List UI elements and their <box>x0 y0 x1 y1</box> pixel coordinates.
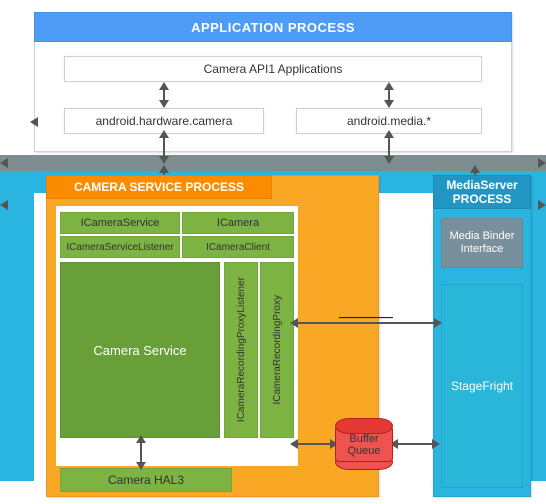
mediaserver-process-title: MediaServer PROCESS <box>433 175 531 209</box>
proxy-listener-label: ICameraRecordingProxyListener <box>236 277 247 422</box>
arrow-to-buffer-left-l <box>290 439 298 449</box>
application-process-title: APPLICATION PROCESS <box>34 12 512 42</box>
arrow-cs-to-hal <box>140 440 142 464</box>
icameraclient-box: ICameraClient <box>182 236 294 258</box>
arrow-hw-down-head-down <box>159 156 169 164</box>
arrow-proxy-to-stage-l <box>290 318 298 328</box>
arrow-hw-down <box>163 136 165 158</box>
gray-top-left-head <box>0 158 8 168</box>
cylinder-top <box>335 418 393 434</box>
stagefright-box: StageFright <box>441 284 523 488</box>
camera-hal3-box: Camera HAL3 <box>60 468 232 492</box>
diagram-stage: APPLICATION PROCESS Camera API1 Applicat… <box>0 0 546 504</box>
icamera-box: ICamera <box>182 212 294 234</box>
arrow-media-down-head-down <box>384 156 394 164</box>
icameraservicelistener-label: ICameraServiceListener <box>66 242 173 253</box>
icameraclient-label: ICameraClient <box>206 242 270 253</box>
gray-strip-top <box>0 155 546 171</box>
struck-label: —————— <box>324 310 408 324</box>
application-process-title-text: APPLICATION PROCESS <box>191 20 355 35</box>
proxy-label: ICameraRecordingProxy <box>272 295 283 405</box>
arrow-media-down <box>388 136 390 158</box>
stagefright-label: StageFright <box>451 379 513 393</box>
buffer-queue-cylinder: Buffer Queue <box>335 418 393 470</box>
arrow-hw-down-head-up <box>159 130 169 138</box>
arrow-api-to-hw-head-down <box>159 100 169 108</box>
arrow-to-buffer-right <box>396 443 434 445</box>
gray-top-right-head <box>538 158 546 168</box>
arrow-to-buffer-right-r <box>432 439 440 449</box>
gray-bot-left-head <box>0 200 8 210</box>
arrow-api-to-hw-head-up <box>159 82 169 90</box>
arrow-api-to-media-head-down <box>384 100 394 108</box>
proxy-listener-box: ICameraRecordingProxyListener <box>224 262 258 438</box>
arrow-gray-to-csp-up <box>159 165 169 173</box>
icameraservicelistener-box: ICameraServiceListener <box>60 236 180 258</box>
arrow-media-down-head-up <box>384 130 394 138</box>
gray-bot-right-head <box>538 200 546 210</box>
proxy-box: ICameraRecordingProxy <box>260 262 294 438</box>
camera-api1-label: Camera API1 Applications <box>204 62 343 76</box>
hardware-camera-label: android.hardware.camera <box>96 114 233 128</box>
camera-api1-box: Camera API1 Applications <box>64 56 482 82</box>
arrow-proxy-to-stage-r <box>434 318 442 328</box>
icamera-label: ICamera <box>217 217 259 229</box>
media-binder-label: Media Binder Interface <box>442 230 522 256</box>
buffer-queue-label: Buffer Queue <box>335 433 393 457</box>
icameraservice-label: ICameraService <box>81 217 160 229</box>
mediaserver-process-title-text: MediaServer PROCESS <box>434 178 530 206</box>
struck-label-text: —————— <box>339 312 393 322</box>
android-media-label: android.media.* <box>347 114 431 128</box>
camera-hal3-label: Camera HAL3 <box>108 473 184 487</box>
arrow-cs-to-hal-up <box>136 435 146 443</box>
arrow-api-to-media-head-up <box>384 82 394 90</box>
icameraservice-box: ICameraService <box>60 212 180 234</box>
camera-service-process-title: CAMERA SERVICE PROCESS <box>46 175 272 199</box>
arrow-to-buffer-left <box>296 443 332 445</box>
arrow-gray-to-msp-up <box>470 165 480 173</box>
arrow-cs-to-hal-down <box>136 462 146 470</box>
camera-service-label: Camera Service <box>93 343 186 358</box>
media-binder-box: Media Binder Interface <box>441 218 523 268</box>
hw-edge-left-head <box>30 117 38 127</box>
camera-service-box: Camera Service <box>60 262 220 438</box>
camera-service-process-title-text: CAMERA SERVICE PROCESS <box>74 180 244 194</box>
